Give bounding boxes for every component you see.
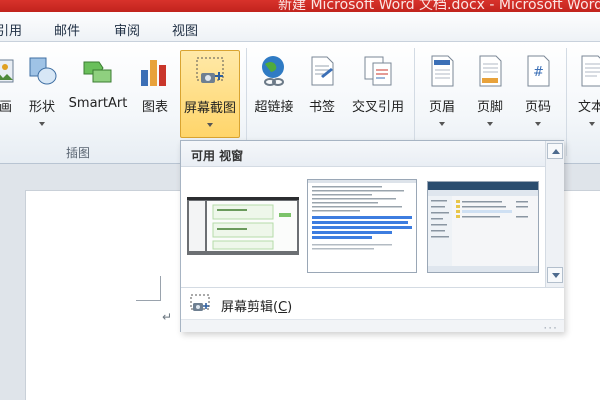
screen-clipping-icon	[190, 294, 210, 311]
resize-grip-icon: ⠄⠄⠄	[543, 322, 559, 331]
text-box-dropdown-arrow-icon	[589, 122, 595, 126]
window-thumbnail[interactable]	[427, 181, 539, 273]
page-number-dropdown-arrow-icon	[535, 122, 541, 126]
screenshot-dropdown-arrow-icon	[207, 123, 213, 127]
screenshot-label: 屏幕截图	[183, 101, 236, 116]
screen-clipping-button[interactable]: 屏幕剪辑(C)	[181, 287, 564, 319]
smartart-button[interactable]: SmartArt	[66, 50, 130, 140]
bookmark-icon	[311, 56, 334, 86]
panel-resize-grip[interactable]: ⠄⠄⠄	[181, 319, 564, 332]
bookmark-button[interactable]: 书签	[302, 50, 342, 140]
window-thumbnail-image	[187, 197, 299, 255]
bar-chart-icon	[141, 60, 166, 86]
tab-mailings[interactable]: 邮件	[54, 20, 80, 39]
cross-reference-icon	[364, 56, 392, 86]
smartart-label: SmartArt	[68, 96, 128, 111]
header-dropdown-arrow-icon	[439, 122, 445, 126]
hyperlink-label: 超链接	[254, 100, 294, 115]
text-box-button[interactable]: 文本	[572, 50, 600, 140]
shapes-icon	[29, 57, 57, 85]
chart-button[interactable]: 图表	[134, 50, 176, 140]
picture-button[interactable]: 画	[0, 50, 14, 140]
header-button[interactable]: 页眉	[420, 50, 464, 140]
ribbon-tab-row: 引用 邮件 审阅 视图	[0, 12, 600, 42]
gallery-scrollbar[interactable]	[545, 141, 564, 287]
tab-view[interactable]: 视图	[172, 20, 198, 39]
available-windows-gallery	[181, 167, 545, 287]
screenshot-icon	[196, 57, 224, 83]
shapes-button[interactable]: 形状	[22, 50, 62, 140]
cross-reference-button[interactable]: 交叉引用	[346, 50, 410, 140]
footer-label: 页脚	[476, 100, 503, 115]
group-separator	[566, 48, 567, 156]
text-box-label: 文本	[578, 100, 600, 115]
window-thumbnail-image	[308, 180, 416, 272]
picture-label: 画	[0, 100, 12, 115]
window-title: 新建 Microsoft Word 文档.docx - Microsoft Wo…	[278, 0, 600, 12]
footer-dropdown-arrow-icon	[487, 122, 493, 126]
tab-references[interactable]: 引用	[0, 20, 22, 39]
screen-clipping-label: 屏幕剪辑(C)	[221, 300, 293, 315]
page-number-button[interactable]: # 页码	[516, 50, 560, 140]
scroll-up-button[interactable]	[547, 143, 563, 159]
margin-corner-mark	[136, 300, 161, 301]
page-number-label: 页码	[524, 100, 551, 115]
header-label: 页眉	[428, 100, 455, 115]
scroll-down-button[interactable]	[547, 267, 563, 283]
text-box-icon	[581, 55, 600, 87]
footer-icon	[479, 55, 502, 87]
screenshot-dropdown-panel: 可用 视窗 屏幕剪辑(C) ⠄⠄⠄	[180, 140, 564, 332]
smartart-icon	[83, 61, 112, 83]
page-number-icon: #	[527, 55, 550, 87]
margin-corner-mark	[160, 276, 161, 300]
svg-text:#: #	[533, 65, 544, 80]
screenshot-button[interactable]: 屏幕截图	[180, 50, 240, 138]
bookmark-label: 书签	[308, 100, 335, 115]
paragraph-mark: ↵	[162, 310, 173, 324]
available-windows-title: 可用 视窗	[191, 149, 244, 163]
footer-button[interactable]: 页脚	[468, 50, 512, 140]
picture-icon	[0, 59, 14, 83]
chart-label: 图表	[141, 100, 168, 115]
header-icon	[431, 55, 454, 87]
scroll-down-arrow-icon	[552, 273, 560, 278]
window-thumbnail-image	[428, 182, 538, 272]
shapes-label: 形状	[28, 100, 55, 115]
shapes-dropdown-arrow-icon	[39, 122, 45, 126]
window-thumbnail[interactable]	[187, 197, 299, 255]
cross-reference-label: 交叉引用	[351, 100, 404, 115]
available-windows-header: 可用 视窗	[181, 141, 545, 167]
illustrations-group-label: 插图	[66, 146, 91, 160]
window-thumbnail[interactable]	[307, 179, 417, 273]
hyperlink-button[interactable]: 超链接	[250, 50, 298, 140]
scroll-up-arrow-icon	[552, 149, 560, 154]
hyperlink-globe-icon	[262, 56, 284, 86]
tab-review[interactable]: 审阅	[114, 20, 140, 39]
title-bar: 新建 Microsoft Word 文档.docx - Microsoft Wo…	[0, 0, 600, 12]
